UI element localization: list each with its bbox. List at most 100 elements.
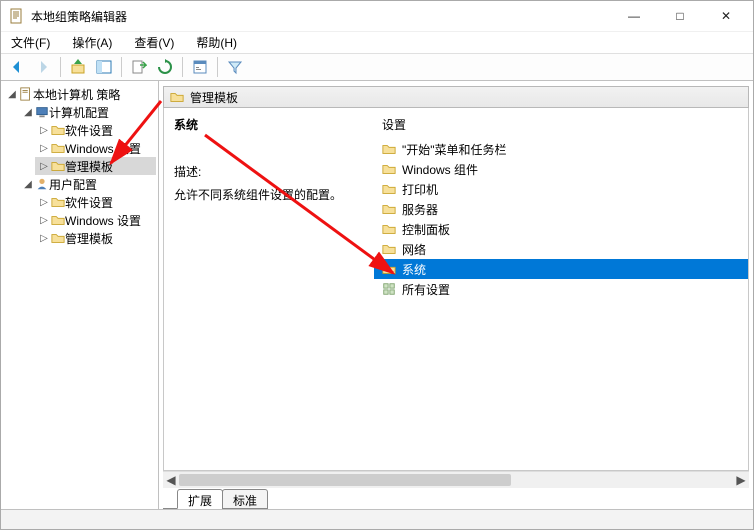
forward-button[interactable] xyxy=(31,55,55,79)
menu-view[interactable]: 查看(V) xyxy=(130,32,178,53)
scroll-right-button[interactable]: ▶ xyxy=(733,472,749,488)
list-item-network[interactable]: 网络 xyxy=(374,239,748,259)
tree-label: 用户配置 xyxy=(49,176,97,193)
maximize-button[interactable]: □ xyxy=(657,1,703,31)
up-button[interactable] xyxy=(66,55,90,79)
folder-icon xyxy=(51,213,65,227)
titlebar: 本地组策略编辑器 — □ ✕ xyxy=(1,1,753,31)
list-label: 打印机 xyxy=(402,181,438,198)
tab-standard[interactable]: 标准 xyxy=(222,489,268,509)
tree-label: 软件设置 xyxy=(65,122,113,139)
collapse-icon[interactable]: ◢ xyxy=(21,179,35,190)
tree-computer-software[interactable]: ▷ 软件设置 xyxy=(35,121,156,139)
settings-list[interactable]: 设置 "开始"菜单和任务栏 Windows 组件 打印机 服务器 xyxy=(374,108,748,470)
expand-icon[interactable]: ▷ xyxy=(37,215,51,226)
user-icon xyxy=(35,177,49,191)
menubar: 文件(F) 操作(A) 查看(V) 帮助(H) xyxy=(1,31,753,53)
content-header: 管理模板 xyxy=(163,86,749,108)
list-label: 网络 xyxy=(402,241,426,258)
app-icon xyxy=(9,8,25,24)
show-hide-tree-button[interactable] xyxy=(92,55,116,79)
folder-icon xyxy=(382,262,396,276)
main-area: ◢ 本地计算机 策略 ◢ 计算机配置 ▷ xyxy=(1,81,753,509)
computer-icon xyxy=(35,105,49,119)
folder-icon xyxy=(382,222,396,236)
export-button[interactable] xyxy=(127,55,151,79)
tree-root[interactable]: ◢ 本地计算机 策略 xyxy=(3,85,156,103)
tree-label: 软件设置 xyxy=(65,194,113,211)
tree-label: 管理模板 xyxy=(65,230,113,247)
tree-computer-config[interactable]: ◢ 计算机配置 xyxy=(19,103,156,121)
content-header-label: 管理模板 xyxy=(190,89,238,106)
folder-icon xyxy=(382,142,396,156)
description-label: 描述: xyxy=(174,163,364,180)
tree-label: Windows 设置 xyxy=(65,212,141,229)
tree-computer-windows[interactable]: ▷ Windows 设置 xyxy=(35,139,156,157)
folder-icon xyxy=(51,123,65,137)
refresh-button[interactable] xyxy=(153,55,177,79)
list-item-all-settings[interactable]: 所有设置 xyxy=(374,279,748,299)
folder-icon xyxy=(382,242,396,256)
expand-icon[interactable]: ▷ xyxy=(37,125,51,136)
folder-icon xyxy=(51,195,65,209)
toolbar xyxy=(1,53,753,81)
expand-icon[interactable]: ▷ xyxy=(37,197,51,208)
menu-file[interactable]: 文件(F) xyxy=(7,32,54,53)
settings-header[interactable]: 设置 xyxy=(374,114,748,139)
tree-user-software[interactable]: ▷ 软件设置 xyxy=(35,193,156,211)
folder-icon xyxy=(382,162,396,176)
tab-extended[interactable]: 扩展 xyxy=(177,489,223,509)
list-label: 所有设置 xyxy=(402,281,450,298)
tree-label: Windows 设置 xyxy=(65,140,141,157)
list-label: 服务器 xyxy=(402,201,438,218)
scroll-thumb[interactable] xyxy=(179,474,511,486)
list-item-control-panel[interactable]: 控制面板 xyxy=(374,219,748,239)
expand-icon[interactable]: ▷ xyxy=(37,143,51,154)
close-button[interactable]: ✕ xyxy=(703,1,749,31)
folder-icon xyxy=(51,141,65,155)
tree-user-admin-templates[interactable]: ▷ 管理模板 xyxy=(35,229,156,247)
content-heading: 系统 xyxy=(174,116,364,133)
menu-action[interactable]: 操作(A) xyxy=(68,32,116,53)
description-column: 系统 描述: 允许不同系统组件设置的配置。 xyxy=(164,108,374,470)
list-item-start-menu[interactable]: "开始"菜单和任务栏 xyxy=(374,139,748,159)
folder-icon xyxy=(382,182,396,196)
back-button[interactable] xyxy=(5,55,29,79)
tree-computer-admin-templates[interactable]: ▷ 管理模板 xyxy=(35,157,156,175)
folder-icon xyxy=(51,231,65,245)
properties-button[interactable] xyxy=(188,55,212,79)
list-item-system[interactable]: 系统 xyxy=(374,259,748,279)
collapse-icon[interactable]: ◢ xyxy=(5,89,19,100)
expand-icon[interactable]: ▷ xyxy=(37,161,51,172)
list-item-windows-components[interactable]: Windows 组件 xyxy=(374,159,748,179)
window-title: 本地组策略编辑器 xyxy=(31,8,127,25)
list-item-servers[interactable]: 服务器 xyxy=(374,199,748,219)
all-settings-icon xyxy=(382,282,396,296)
content-pane: 管理模板 系统 描述: 允许不同系统组件设置的配置。 设置 "开始"菜单和任务栏… xyxy=(159,81,753,509)
list-label: Windows 组件 xyxy=(402,161,478,178)
tree-root-label: 本地计算机 策略 xyxy=(33,86,120,103)
horizontal-scrollbar[interactable]: ◀ ▶ xyxy=(163,471,749,487)
expand-icon[interactable]: ▷ xyxy=(37,233,51,244)
tree-user-config[interactable]: ◢ 用户配置 xyxy=(19,175,156,193)
policy-icon xyxy=(19,87,33,101)
tree-label: 计算机配置 xyxy=(49,104,109,121)
collapse-icon[interactable]: ◢ xyxy=(21,107,35,118)
statusbar xyxy=(1,509,753,529)
list-label: "开始"菜单和任务栏 xyxy=(402,141,507,158)
menu-help[interactable]: 帮助(H) xyxy=(192,32,241,53)
tree-label: 管理模板 xyxy=(65,158,113,175)
tree-user-windows[interactable]: ▷ Windows 设置 xyxy=(35,211,156,229)
scroll-left-button[interactable]: ◀ xyxy=(163,472,179,488)
folder-icon xyxy=(382,202,396,216)
list-item-printers[interactable]: 打印机 xyxy=(374,179,748,199)
list-label: 系统 xyxy=(402,261,426,278)
scroll-track[interactable] xyxy=(179,472,733,488)
minimize-button[interactable]: — xyxy=(611,1,657,31)
filter-button[interactable] xyxy=(223,55,247,79)
tabstrip: 扩展 标准 xyxy=(163,487,749,509)
folder-icon xyxy=(51,159,65,173)
description-text: 允许不同系统组件设置的配置。 xyxy=(174,186,364,203)
tree-pane[interactable]: ◢ 本地计算机 策略 ◢ 计算机配置 ▷ xyxy=(1,81,159,509)
list-label: 控制面板 xyxy=(402,221,450,238)
